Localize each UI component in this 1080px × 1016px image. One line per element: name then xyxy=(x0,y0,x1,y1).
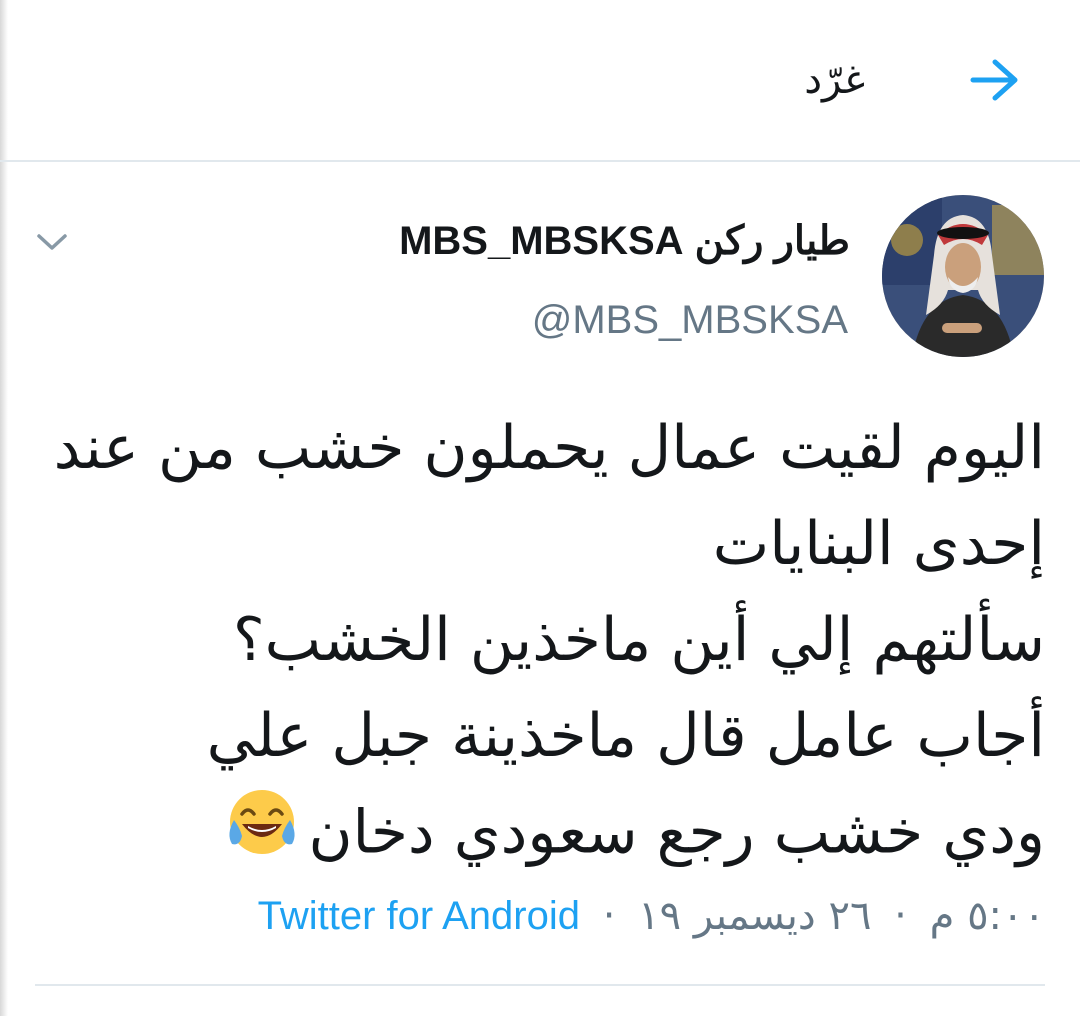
tweet-menu-button[interactable] xyxy=(30,220,74,264)
meta-separator: · xyxy=(894,893,907,939)
tweet-divider xyxy=(35,984,1045,986)
tweet-text-line: ودي خشب رجع سعودي دخان xyxy=(308,797,1045,868)
page-title: غرّد xyxy=(804,57,865,103)
arrow-right-icon xyxy=(970,59,1018,101)
tweet-time: ٥:٠٠ م xyxy=(929,893,1045,939)
back-button[interactable] xyxy=(960,45,1030,115)
tweet-text-line-last: ودي خشب رجع سعودي دخان xyxy=(85,784,1045,888)
tweet-text-line: اليوم لقيت عمال يحملون خشب من عند xyxy=(53,413,1045,483)
user-handle[interactable]: @MBS_MBSKSA xyxy=(532,295,848,345)
tweet-text-line: سألتهم إلي أين ماخذين الخشب؟ xyxy=(232,605,1045,675)
tweet-date: ٢٦ ديسمبر ١٩ xyxy=(638,893,872,939)
display-name[interactable]: طيار ركن MBS_MBSKSA xyxy=(399,215,850,267)
top-bar: غرّد xyxy=(0,0,1080,160)
tweet-text: اليوم لقيت عمال يحملون خشب من عند إحدى ا… xyxy=(53,400,1045,888)
avatar-image xyxy=(882,195,1044,357)
meta-separator: · xyxy=(602,893,616,939)
avatar[interactable] xyxy=(882,195,1044,357)
header-divider xyxy=(0,160,1080,162)
tweet-metadata: ٥:٠٠ م · ٢٦ ديسمبر ١٩ · Twitter for Andr… xyxy=(258,888,1045,944)
chevron-down-icon xyxy=(37,234,67,250)
face-with-tears-of-joy-icon xyxy=(224,784,300,888)
tweet-source-link[interactable]: Twitter for Android xyxy=(258,894,580,938)
tweet-text-line: أجاب عامل قال ماخذينة جبل علي xyxy=(206,701,1045,771)
tweet-text-line: إحدى البنايات xyxy=(712,509,1045,579)
